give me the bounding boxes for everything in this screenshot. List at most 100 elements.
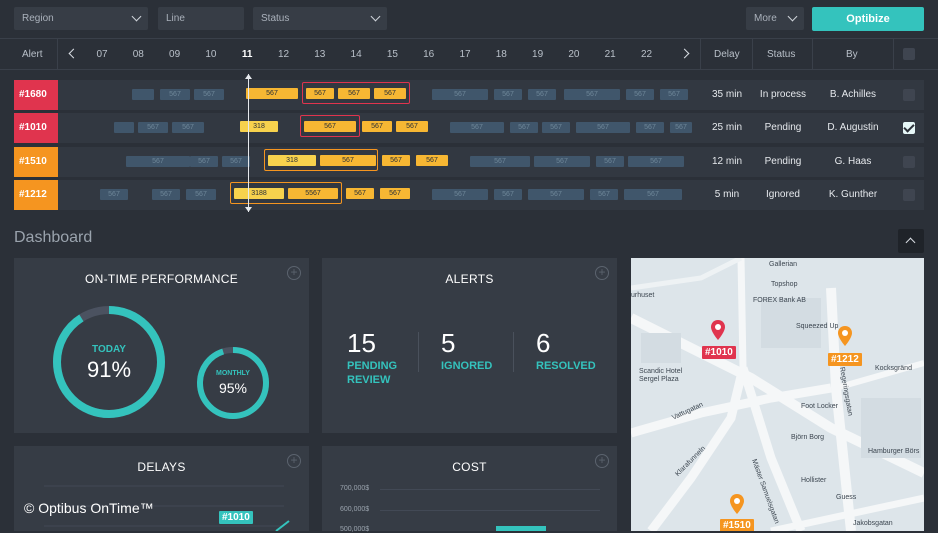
by-column-header: By [846, 49, 858, 60]
status-select-label: Status [261, 13, 290, 24]
chevron-left-icon[interactable] [68, 48, 79, 59]
assignee-name: K. Gunther [828, 189, 878, 200]
alert-row[interactable]: #1510 567 567 567 318 567 567 567 567 56… [14, 147, 924, 177]
alert-column-header: Alert [22, 49, 43, 60]
pending-label: PENDING REVIEW [347, 360, 398, 386]
trip-bar[interactable]: 567 [416, 155, 448, 166]
hour-label: 14 [350, 49, 362, 60]
delay-column-header: Delay [714, 49, 740, 60]
add-icon[interactable]: + [595, 454, 609, 468]
status-value: Ignored [766, 189, 800, 200]
trip-bar[interactable]: 567 [346, 188, 374, 199]
map-pin-icon[interactable] [711, 320, 725, 340]
today-value: 91% [86, 357, 132, 382]
hour-label: 09 [169, 49, 181, 60]
hour-label: 16 [423, 49, 435, 60]
hour-label: 18 [495, 49, 507, 60]
conflict-highlight [230, 182, 342, 204]
trip-bar[interactable]: 567 [382, 155, 410, 166]
chevron-right-icon[interactable] [679, 48, 690, 59]
trip-bar[interactable]: 567 [380, 188, 410, 199]
y-tick-label: 500,000$ [340, 526, 370, 533]
trip-bar[interactable]: 567 [396, 121, 428, 132]
card-title: COST [452, 460, 487, 474]
row-checkbox[interactable] [903, 89, 915, 101]
pending-count: 15 [347, 328, 376, 358]
status-value: Pending [764, 122, 802, 133]
hour-label: 19 [532, 49, 544, 60]
map-pin-tag[interactable]: #1212 [828, 353, 862, 366]
delay-value: 5 min [714, 189, 740, 200]
alerts-card: ALERTS + 15 PENDING REVIEW 5 IGNORED 6 R… [322, 258, 617, 433]
alert-row[interactable]: #1212 567 567 567 3188 5567 567 567 567 … [14, 180, 924, 210]
delay-value: 35 min [711, 89, 742, 100]
assignee-name: B. Achilles [829, 89, 877, 100]
monthly-value: 95% [218, 380, 248, 396]
today-label: TODAY [92, 344, 126, 355]
hour-label: 13 [314, 49, 326, 60]
line-select[interactable]: Line [158, 7, 244, 30]
map-pin-tag[interactable]: #1510 [720, 519, 754, 531]
dashboard-title: Dashboard [14, 229, 93, 246]
add-icon[interactable]: + [595, 266, 609, 280]
hour-label: 12 [277, 49, 290, 60]
more-dropdown[interactable]: More [746, 7, 804, 30]
delay-value: 25 min [711, 122, 742, 133]
row-checkbox[interactable] [903, 122, 915, 134]
line-select-label: Line [166, 13, 185, 24]
collapse-button[interactable] [898, 229, 924, 253]
on-time-performance-card: ON-TIME PERFORMANCE + TODAY 91% MONTHLY … [14, 258, 309, 433]
map-pin-icon[interactable] [730, 494, 744, 514]
hour-label: 15 [386, 49, 398, 60]
status-select[interactable]: Status [253, 7, 387, 30]
hour-label: 22 [640, 49, 653, 60]
ignored-label: IGNORED [441, 360, 493, 372]
delays-chart [44, 485, 290, 531]
ignored-count: 5 [441, 328, 456, 358]
map-pin-icon[interactable] [838, 326, 852, 346]
status-column-header: Status [767, 49, 796, 60]
region-select-label: Region [22, 13, 54, 24]
delay-value: 12 min [711, 156, 742, 167]
chevron-down-icon [131, 11, 142, 22]
timeline-header: Alert 07 08 09 10 11 12 13 14 15 16 17 18 19 20 21 22 D… [0, 38, 938, 70]
row-checkbox[interactable] [903, 189, 915, 201]
alert-id-badge[interactable]: #1680 [14, 80, 58, 110]
alert-id-badge[interactable]: #1212 [14, 180, 58, 210]
conflict-highlight [302, 82, 410, 104]
region-select[interactable]: Region [14, 7, 148, 30]
y-tick-label: 600,000$ [340, 506, 370, 513]
card-title: ALERTS [445, 272, 494, 286]
y-tick-label: 700,000$ [340, 485, 370, 492]
assignee-name: G. Haas [834, 156, 872, 167]
alert-id-badge[interactable]: #1510 [14, 147, 58, 177]
chevron-down-icon [787, 11, 798, 22]
delays-card: DELAYS + #1010 [14, 446, 309, 531]
cost-bar [496, 526, 546, 531]
map-pin-tag[interactable]: #1010 [702, 346, 736, 359]
map[interactable]: Gallerian Topshop FOREX Bank AB Squeezed… [631, 258, 924, 531]
more-label: More [754, 13, 777, 24]
hour-label: 10 [205, 49, 217, 60]
assignee-name: D. Augustin [827, 122, 879, 133]
hour-label: 21 [604, 49, 616, 60]
resolved-label: RESOLVED [536, 360, 596, 372]
filter-bar: Region Line Status More Optibize [0, 0, 938, 38]
trip-bar[interactable]: 318 [240, 121, 278, 132]
select-all-checkbox[interactable] [903, 48, 915, 60]
hour-label: 08 [132, 49, 144, 60]
trip-bar[interactable]: 567 [246, 88, 298, 99]
copyright-watermark: © Optibus OnTime™ [24, 500, 154, 516]
current-time-marker [245, 74, 252, 79]
conflict-highlight [300, 115, 360, 137]
optimize-button[interactable]: Optibize [812, 7, 924, 31]
alert-id-badge[interactable]: #1010 [14, 113, 58, 143]
alert-row[interactable]: #1010 567 567 318 567 567 567 567 567 56… [14, 113, 924, 143]
alert-row[interactable]: #1680 567 567 567 567 567 567 567 567 56… [14, 80, 924, 110]
hour-label: 07 [96, 49, 108, 60]
hour-label: 17 [459, 49, 471, 60]
hour-label: 11 [241, 49, 253, 60]
trip-bar[interactable]: 567 [362, 121, 392, 132]
monthly-label: MONTHLY [216, 370, 250, 377]
row-checkbox[interactable] [903, 156, 915, 168]
